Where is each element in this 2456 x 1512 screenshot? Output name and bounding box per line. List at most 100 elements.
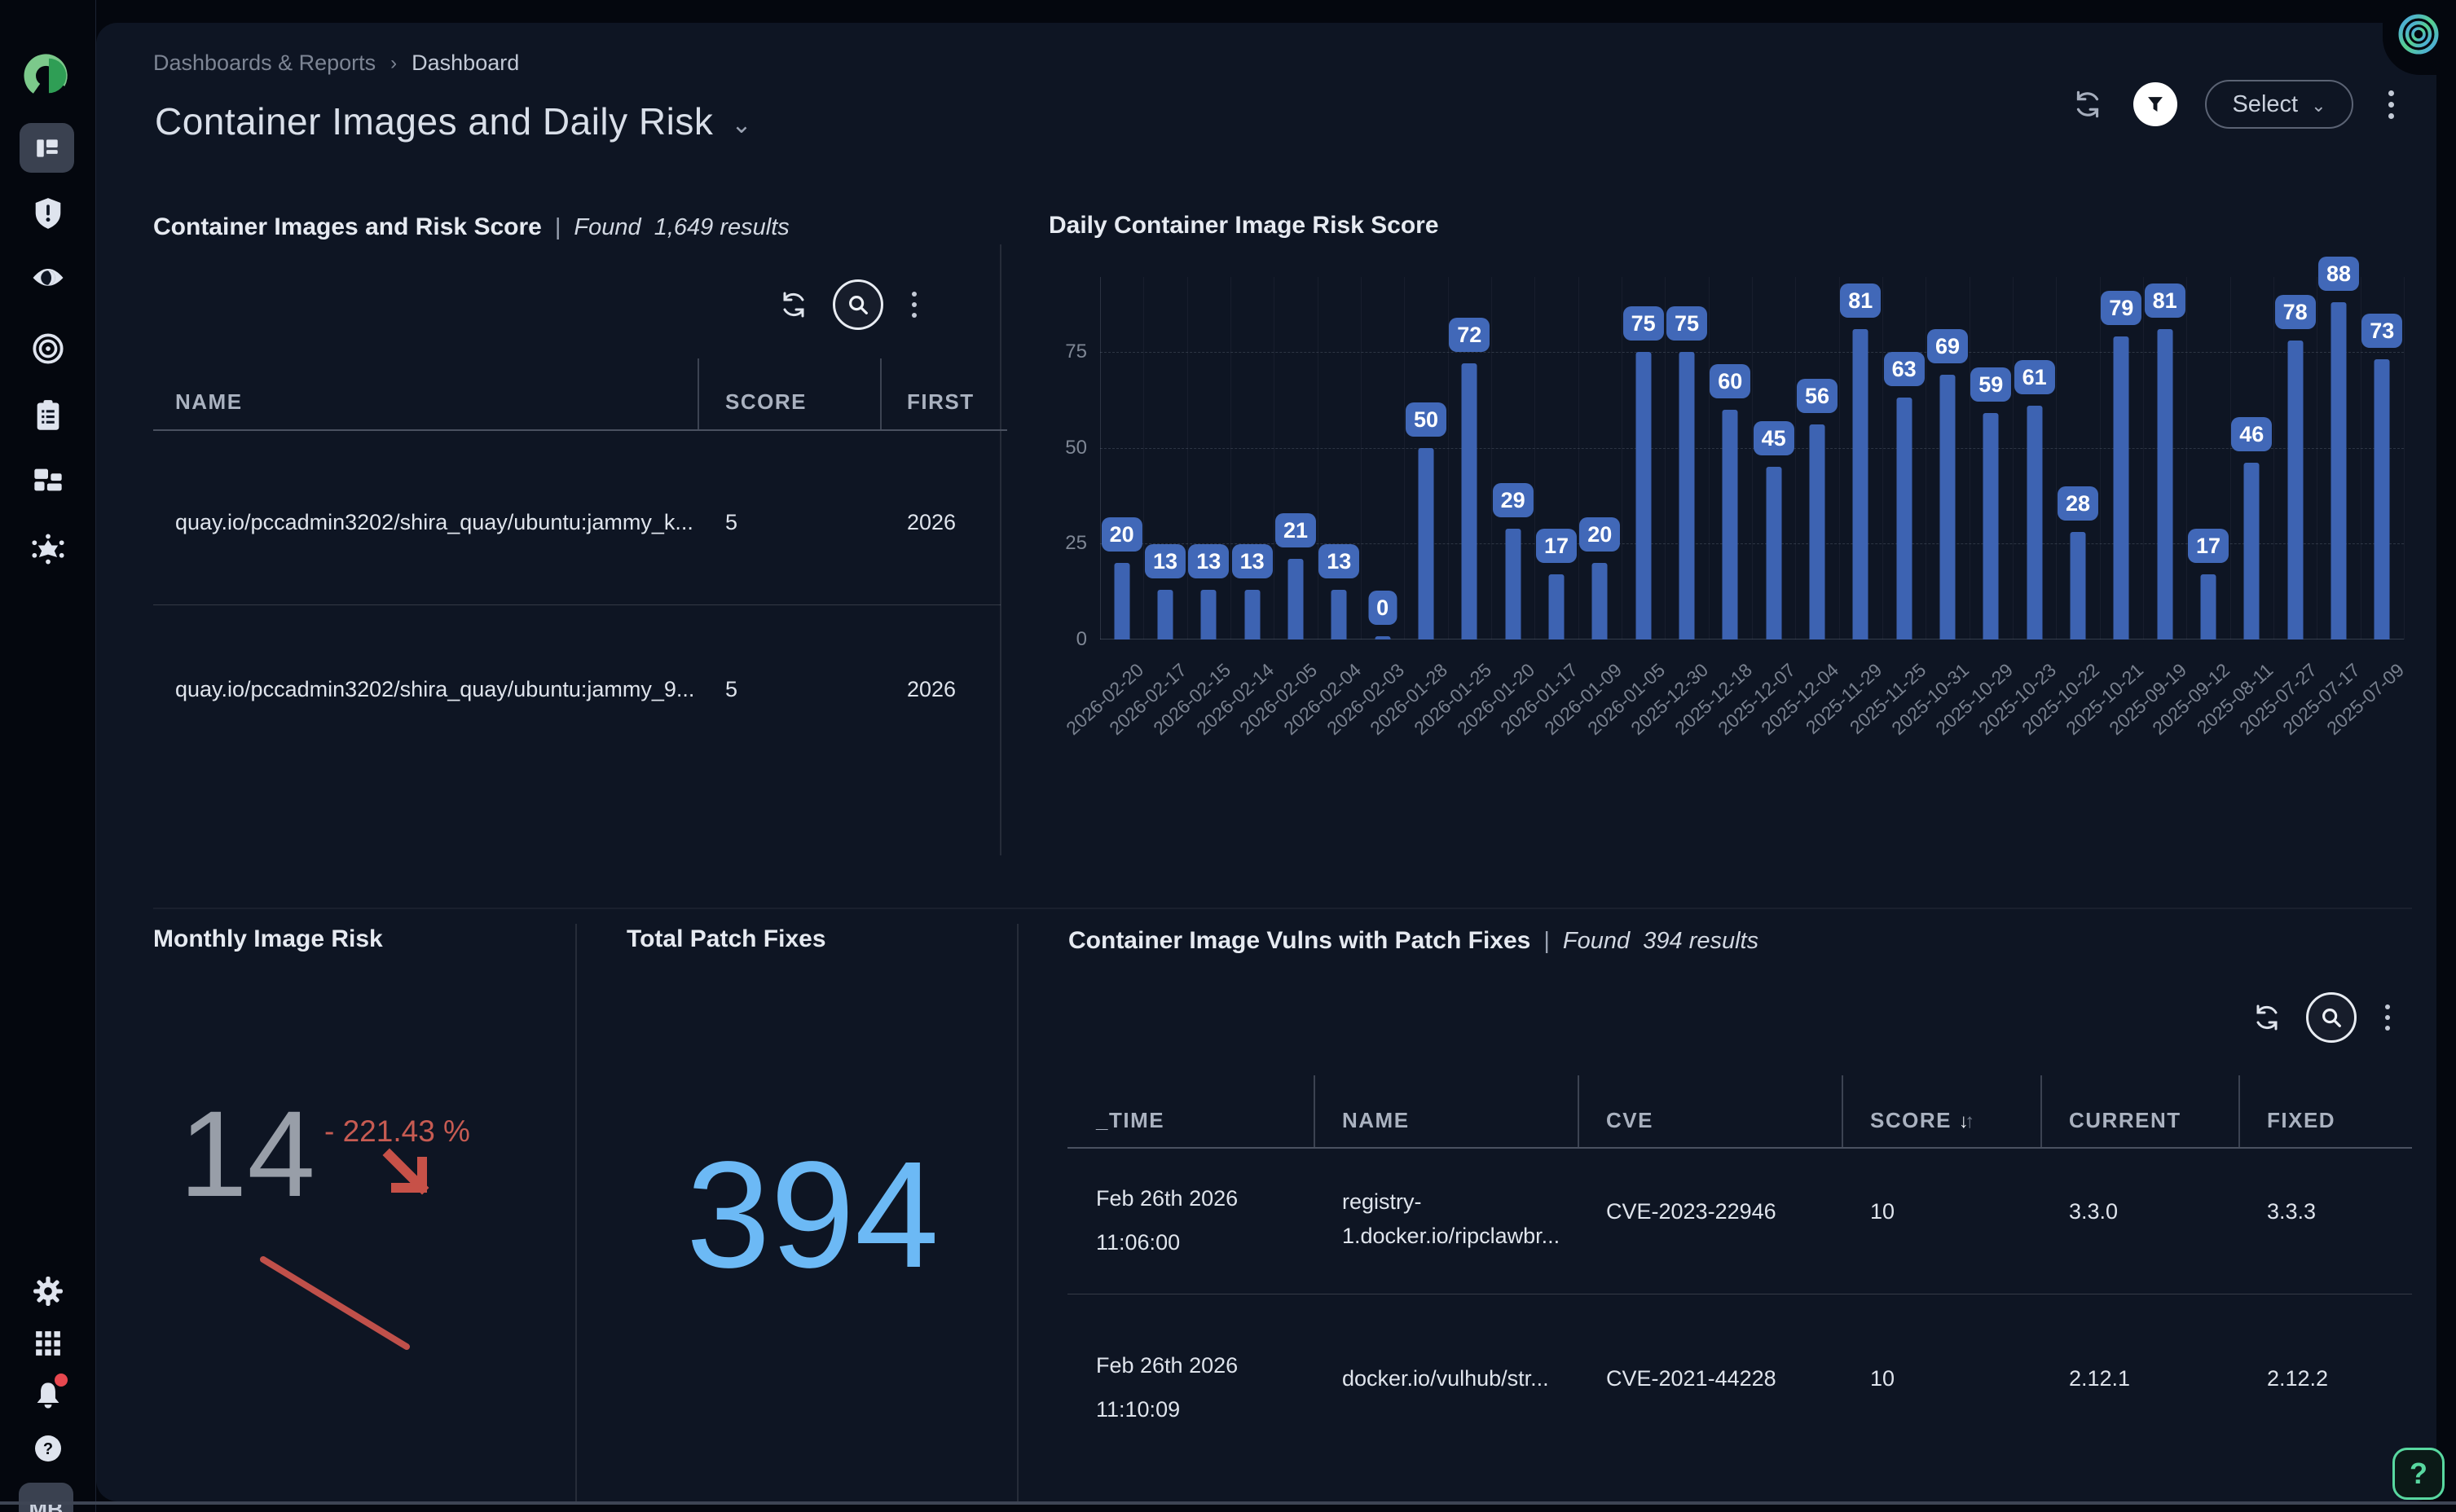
- col-header-first[interactable]: FIRST: [907, 389, 975, 415]
- page-title: Container Images and Daily Risk: [155, 99, 713, 143]
- chart-bar[interactable]: [1983, 413, 1999, 640]
- breadcrumb: Dashboards & Reports › Dashboard: [153, 51, 519, 76]
- sidebar-item-notifications[interactable]: [0, 1380, 96, 1411]
- chart-bar[interactable]: [1114, 563, 1129, 640]
- chart-bar-value-badge: 13: [1145, 544, 1186, 578]
- breadcrumb-current[interactable]: Dashboard: [412, 51, 519, 76]
- avatar[interactable]: MB: [19, 1483, 73, 1512]
- app-logo[interactable]: [0, 52, 96, 99]
- sidebar-item-targets[interactable]: [0, 332, 96, 365]
- chart-bar-slot: 81: [2143, 277, 2186, 640]
- chart-bar[interactable]: [2114, 336, 2129, 640]
- chart-x-axis-labels: 2026-02-202026-02-172026-02-152026-02-14…: [1100, 648, 2404, 754]
- breadcrumb-parent[interactable]: Dashboards & Reports: [153, 51, 376, 76]
- vuln-row-time[interactable]: Feb 26th 202611:06:00: [1096, 1181, 1238, 1259]
- col-header-current[interactable]: CURRENT: [2069, 1108, 2181, 1133]
- title-dropdown-chevron-icon[interactable]: ⌄: [731, 111, 751, 139]
- chart-bar-slot: 75: [1665, 277, 1708, 640]
- vulns-kebab-menu[interactable]: [2378, 1004, 2397, 1031]
- sidebar-item-settings[interactable]: [0, 1276, 96, 1307]
- help-button[interactable]: ?: [2392, 1448, 2445, 1500]
- refresh-dashboard-icon[interactable]: [2070, 86, 2106, 122]
- chart-bar[interactable]: [1635, 352, 1651, 640]
- chart-bar-value-badge: 75: [1666, 306, 1707, 341]
- chart-bar-slot: 78: [2273, 277, 2317, 640]
- sidebar-item-help[interactable]: ?: [0, 1434, 96, 1463]
- select-chevron-icon: ⌄: [2311, 95, 2326, 116]
- chart-bar[interactable]: [1592, 563, 1608, 640]
- col-header-name[interactable]: NAME: [1342, 1108, 1410, 1133]
- vuln-row-score: 10: [1870, 1366, 1895, 1391]
- score-label: SCORE: [1870, 1108, 1952, 1132]
- images-search-icon[interactable]: [833, 279, 883, 330]
- chart-bar-slot: 21: [1274, 277, 1317, 640]
- col-header-fixed[interactable]: FIXED: [2267, 1108, 2335, 1133]
- chart-bar[interactable]: [2157, 329, 2172, 640]
- table-row-name[interactable]: quay.io/pccadmin3202/shira_quay/ubuntu:j…: [175, 677, 697, 702]
- col-header-score[interactable]: SCORE ↓↑: [1870, 1108, 1976, 1133]
- chart-bar-slot: 60: [1709, 277, 1752, 640]
- sidebar-item-visibility[interactable]: [0, 266, 96, 290]
- chart-bar[interactable]: [2070, 532, 2085, 640]
- vulns-search-icon[interactable]: [2306, 992, 2357, 1043]
- chart-bar[interactable]: [1244, 590, 1260, 640]
- chart-bar[interactable]: [2287, 341, 2303, 640]
- table-row-name[interactable]: quay.io/pccadmin3202/shira_quay/ubuntu:j…: [175, 510, 697, 535]
- sidebar-item-reports[interactable]: [0, 399, 96, 432]
- chart-bar[interactable]: [1418, 448, 1433, 640]
- chart-bar[interactable]: [1766, 467, 1781, 640]
- images-refresh-icon[interactable]: [776, 287, 812, 323]
- chart-bar-slot: 63: [1882, 277, 1926, 640]
- vulns-refresh-icon[interactable]: [2249, 1000, 2285, 1035]
- col-header-score[interactable]: SCORE: [725, 389, 807, 415]
- chart-bar[interactable]: [1201, 590, 1217, 640]
- chart-bar[interactable]: [2331, 302, 2346, 640]
- chart-bar[interactable]: [1896, 398, 1912, 640]
- chart-bar[interactable]: [1157, 590, 1173, 640]
- chart-bar[interactable]: [1462, 363, 1477, 640]
- separator: |: [542, 214, 574, 241]
- select-button[interactable]: Select ⌄: [2205, 80, 2353, 129]
- chart-bar[interactable]: [1548, 574, 1564, 640]
- sidebar-item-risks[interactable]: [0, 197, 96, 230]
- chart-bar[interactable]: [1809, 424, 1824, 640]
- chart-bar[interactable]: [2375, 359, 2390, 640]
- sidebar-item-assets[interactable]: [0, 466, 96, 494]
- chart-bar[interactable]: [1287, 559, 1303, 640]
- chart-bar-value-badge: 61: [2014, 360, 2055, 394]
- sidebar-item-apps[interactable]: [0, 1330, 96, 1357]
- dashboard-kebab-menu[interactable]: [2381, 90, 2401, 119]
- chart-bar[interactable]: [1505, 529, 1521, 640]
- bottom-scroll-track[interactable]: [0, 1501, 2456, 1505]
- assistant-logo-icon[interactable]: [2392, 8, 2445, 60]
- chart-bar[interactable]: [2244, 463, 2260, 640]
- chart-bar-value-badge: 81: [1840, 284, 1881, 318]
- chart-bar-value-badge: 72: [1449, 318, 1490, 352]
- y-tick-label: 75: [1043, 341, 1087, 363]
- images-kebab-menu[interactable]: [904, 292, 924, 318]
- chart-bar[interactable]: [2200, 574, 2216, 640]
- sidebar-item-integrations[interactable]: [0, 533, 96, 565]
- monthly-risk-title: Monthly Image Risk: [153, 925, 383, 953]
- chart-bar-value-badge: 13: [1232, 544, 1273, 578]
- bell-icon: [33, 1380, 63, 1411]
- chart-bar-value-badge: 13: [1188, 544, 1229, 578]
- sidebar-item-dashboards[interactable]: [20, 123, 74, 173]
- chart-bar[interactable]: [1853, 329, 1868, 640]
- col-header-name[interactable]: NAME: [175, 389, 243, 415]
- shield-alert-icon: [33, 197, 64, 230]
- chart-bar[interactable]: [1375, 636, 1390, 640]
- vuln-row-time[interactable]: Feb 26th 202611:10:09: [1096, 1348, 1238, 1426]
- filter-button[interactable]: [2133, 82, 2177, 126]
- help-button-label: ?: [2410, 1457, 2427, 1491]
- chart-bar-value-badge: 63: [1884, 352, 1925, 386]
- divider: [153, 908, 2412, 909]
- table-row-first: 2026: [907, 510, 956, 535]
- col-header-time[interactable]: _TIME: [1096, 1108, 1164, 1133]
- chart-bar[interactable]: [1723, 410, 1738, 640]
- chart-bar[interactable]: [1939, 375, 1955, 640]
- col-header-cve[interactable]: CVE: [1606, 1108, 1653, 1133]
- chart-bar[interactable]: [1679, 352, 1694, 640]
- chart-bar[interactable]: [1331, 590, 1347, 640]
- chart-bar[interactable]: [2027, 406, 2042, 640]
